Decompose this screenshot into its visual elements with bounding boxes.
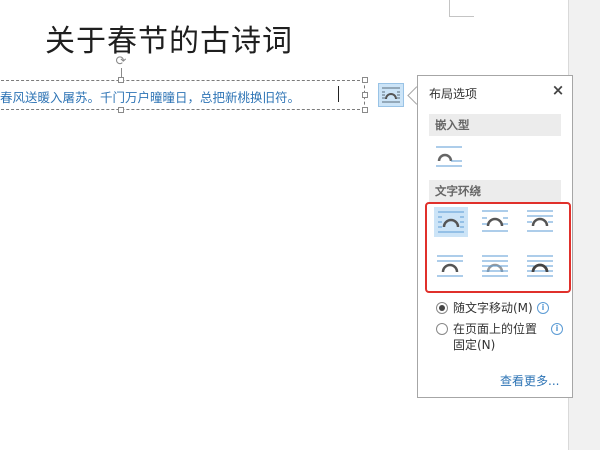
layout-options-button[interactable] [378,83,404,107]
page-corner-mark [449,0,474,17]
fix-position-radio[interactable] [436,323,448,335]
move-with-text-label: 随文字移动(M) [453,301,533,315]
text-box[interactable]: 春风送暖入屠苏。千门万户曈曈日，总把新桃换旧符。 [0,80,365,110]
resize-handle-bottom-right[interactable] [362,107,368,113]
highlight-box [425,202,571,293]
layout-options-panel: 布局选项 × 嵌入型 文字环绕 随文字移动(M) i 在页面上的位置 固定(N)… [417,75,573,398]
resize-handle-top-right[interactable] [362,77,368,83]
document-title: 关于春节的古诗词 [45,24,293,59]
resize-handle-bottom-center[interactable] [118,107,124,113]
move-with-text-radio[interactable] [436,302,448,314]
text-cursor [338,86,339,102]
resize-handle-middle-right[interactable] [362,92,368,98]
see-more-link[interactable]: 查看更多... [500,372,559,389]
info-icon[interactable]: i [551,323,563,335]
text-box-content[interactable]: 春风送暖入屠苏。千门万户曈曈日，总把新桃换旧符。 [0,87,300,106]
panel-title: 布局选项 [429,87,478,101]
resize-handle-top-center[interactable] [118,77,124,83]
wrap-section-header: 文字环绕 [429,180,561,202]
info-icon[interactable]: i [537,302,549,314]
fix-position-label-line2: 固定(N) [453,338,496,352]
inline-section-header: 嵌入型 [429,114,561,136]
wrap-square-icon [382,87,400,103]
close-icon[interactable]: × [550,81,566,99]
rotate-handle-icon[interactable]: ⟳ [114,55,128,69]
inline-with-text-icon[interactable] [432,142,466,172]
fix-position-label-line1: 在页面上的位置 [453,322,538,336]
